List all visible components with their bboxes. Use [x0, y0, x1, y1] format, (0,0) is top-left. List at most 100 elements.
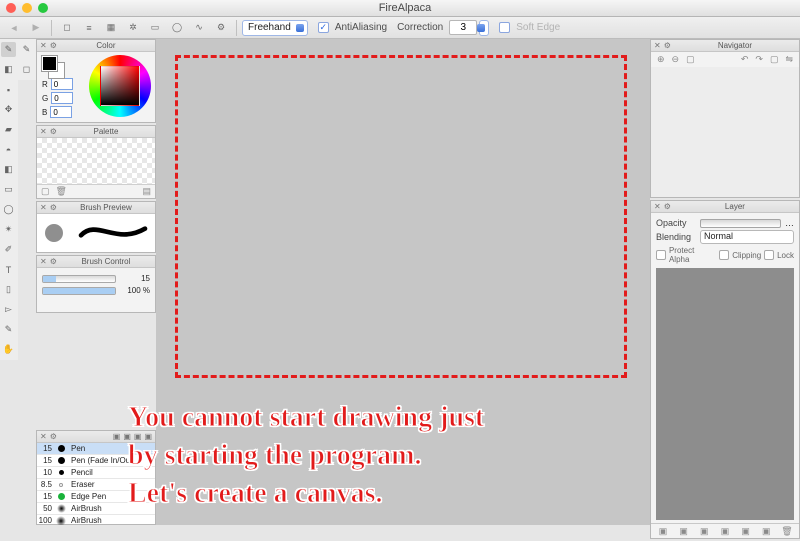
window-zoom-button[interactable] — [38, 3, 48, 13]
window-minimize-button[interactable] — [22, 3, 32, 13]
bucket-tool[interactable]: ◓ — [1, 142, 16, 157]
snap-vanish-icon[interactable]: ▭ — [145, 19, 165, 37]
window-close-button[interactable] — [6, 3, 16, 13]
navigator-panel: ✕ ⚙ Navigator ⊕ ⊖ ▢ ↶ ↷ ▢ ⇋ — [650, 39, 800, 198]
layer-merge-icon[interactable]: ▣ — [739, 526, 753, 537]
annotation-text: You cannot start drawing just by startin… — [128, 399, 484, 512]
panel-header[interactable]: ✕ ⚙ Layer — [651, 201, 799, 213]
gear-icon[interactable]: ⚙ — [50, 257, 57, 266]
panel-header[interactable]: ✕ ⚙ Palette — [37, 126, 155, 138]
layer-down-icon[interactable]: ▣ — [759, 526, 773, 537]
object-tool[interactable]: ▻ — [1, 302, 16, 317]
fill-tool[interactable]: ▰ — [1, 122, 16, 137]
close-icon[interactable]: ✕ — [40, 41, 47, 50]
rotate-left-icon[interactable]: ↶ — [741, 54, 749, 65]
color-swatch[interactable] — [42, 56, 64, 78]
snap-grid-icon[interactable]: ▦ — [101, 19, 121, 37]
gear-icon[interactable]: ⚙ — [50, 127, 57, 136]
gear-icon[interactable]: ⚙ — [50, 432, 57, 441]
zoom-fit-icon[interactable]: ▢ — [686, 54, 695, 65]
lock-checkbox[interactable] — [764, 250, 774, 260]
brush-size-fill — [43, 276, 56, 282]
softedge-checkbox[interactable]: ✓ — [499, 22, 510, 33]
correction-input[interactable] — [449, 20, 477, 35]
hand-tool[interactable]: ✋ — [1, 342, 16, 357]
rotate-right-icon[interactable]: ↷ — [755, 54, 763, 65]
select-pen-tool[interactable]: ✐ — [1, 242, 16, 257]
close-icon[interactable]: ✕ — [654, 41, 661, 50]
gear-icon[interactable]: ⚙ — [50, 41, 57, 50]
color-wheel[interactable] — [89, 55, 151, 117]
snap-radial-icon[interactable]: ✲ — [123, 19, 143, 37]
play-icon: ▶ — [26, 19, 46, 37]
panel-header[interactable]: ✕ ⚙ Navigator — [651, 40, 799, 52]
layer-folder-icon[interactable]: ▣ — [677, 526, 691, 537]
panel-header[interactable]: ✕ ⚙ Brush Preview — [37, 202, 155, 214]
snap-off-icon[interactable]: ◻ — [57, 19, 77, 37]
layer-up-icon[interactable]: ▣ — [718, 526, 732, 537]
snap-parallel-icon[interactable]: ≡ — [79, 19, 99, 37]
snap-curve-icon[interactable]: ∿ — [189, 19, 209, 37]
layer-trash-icon[interactable]: 🗑 — [780, 526, 794, 537]
eraser-tool[interactable]: ◧ — [1, 62, 16, 77]
menu-icon[interactable]: ▤ — [142, 186, 151, 197]
close-icon[interactable]: ✕ — [654, 202, 661, 211]
rotate-reset-icon[interactable]: ▢ — [770, 54, 779, 65]
g-input[interactable] — [51, 92, 73, 104]
draw-mode-select[interactable]: Freehand — [242, 20, 308, 36]
panel-header[interactable]: ✕ ⚙ Color — [37, 40, 155, 52]
dot-tool[interactable]: ▪ — [1, 82, 16, 97]
select-lasso-tool[interactable]: ◯ — [1, 202, 16, 217]
brush-control-panel: ✕ ⚙ Brush Control 15 100 % — [36, 255, 156, 313]
select-wand-tool[interactable]: ✴ — [1, 222, 16, 237]
select-rect-tool[interactable]: ▭ — [1, 182, 16, 197]
blending-select[interactable]: Normal — [700, 230, 794, 244]
trash-icon[interactable]: 🗑 — [56, 186, 67, 197]
clipping-label: Clipping — [732, 251, 761, 260]
zoom-in-icon[interactable]: ⊕ — [657, 54, 665, 65]
gear-icon[interactable]: ⚙ — [664, 202, 671, 211]
shape-tool[interactable]: ◻ — [19, 62, 34, 77]
layer-list-area[interactable] — [656, 268, 794, 520]
brush-size-slider[interactable] — [42, 275, 116, 283]
correction-stepper[interactable] — [479, 20, 489, 36]
brush-size-value: 15 — [120, 274, 150, 283]
panel-title: Navigator — [671, 41, 799, 50]
layer-new-icon[interactable]: ▣ — [656, 526, 670, 537]
brush-opacity-slider[interactable] — [42, 287, 116, 295]
brush-tool-alt[interactable]: ✎ — [19, 42, 34, 57]
close-icon[interactable]: ✕ — [40, 257, 47, 266]
move-tool[interactable]: ✥ — [1, 102, 16, 117]
brush-add-icon[interactable]: ▣ — [113, 432, 121, 441]
protect-alpha-checkbox[interactable] — [656, 250, 666, 260]
eyedropper-tool[interactable]: ✎ — [1, 322, 16, 337]
color-square[interactable] — [100, 66, 140, 106]
snap-config-icon[interactable]: ⚙ — [211, 19, 231, 37]
r-input[interactable] — [51, 78, 73, 90]
zoom-out-icon[interactable]: ⊖ — [672, 54, 680, 65]
snap-ellipse-icon[interactable]: ◯ — [167, 19, 187, 37]
layer-panel: ✕ ⚙ Layer Opacity … Blending Normal Prot… — [650, 200, 800, 539]
layer-body: Opacity … Blending Normal Protect Alpha … — [651, 213, 799, 523]
add-icon[interactable]: ▢ — [41, 186, 50, 197]
brush-opacity-fill — [43, 288, 115, 294]
panel-header[interactable]: ✕ ⚙ Brush Control — [37, 256, 155, 268]
gradient-tool[interactable]: ◧ — [1, 162, 16, 177]
flip-icon[interactable]: ⇋ — [785, 54, 793, 65]
divide-tool[interactable]: ▯ — [1, 282, 16, 297]
gear-icon[interactable]: ⚙ — [50, 203, 57, 212]
layer-opacity-slider[interactable] — [700, 219, 781, 228]
b-input[interactable] — [50, 106, 72, 118]
clipping-checkbox[interactable] — [719, 250, 729, 260]
antialias-checkbox[interactable]: ✓ — [318, 22, 329, 33]
close-icon[interactable]: ✕ — [40, 432, 47, 441]
palette-body[interactable] — [37, 138, 155, 184]
layer-dup-icon[interactable]: ▣ — [697, 526, 711, 537]
text-tool[interactable]: T — [1, 262, 16, 277]
brush-list-item[interactable]: 100AirBrush — [37, 515, 155, 525]
close-icon[interactable]: ✕ — [40, 127, 47, 136]
brush-tool[interactable]: ✎ — [1, 42, 16, 57]
blending-value: Normal — [704, 231, 733, 241]
close-icon[interactable]: ✕ — [40, 203, 47, 212]
gear-icon[interactable]: ⚙ — [664, 41, 671, 50]
